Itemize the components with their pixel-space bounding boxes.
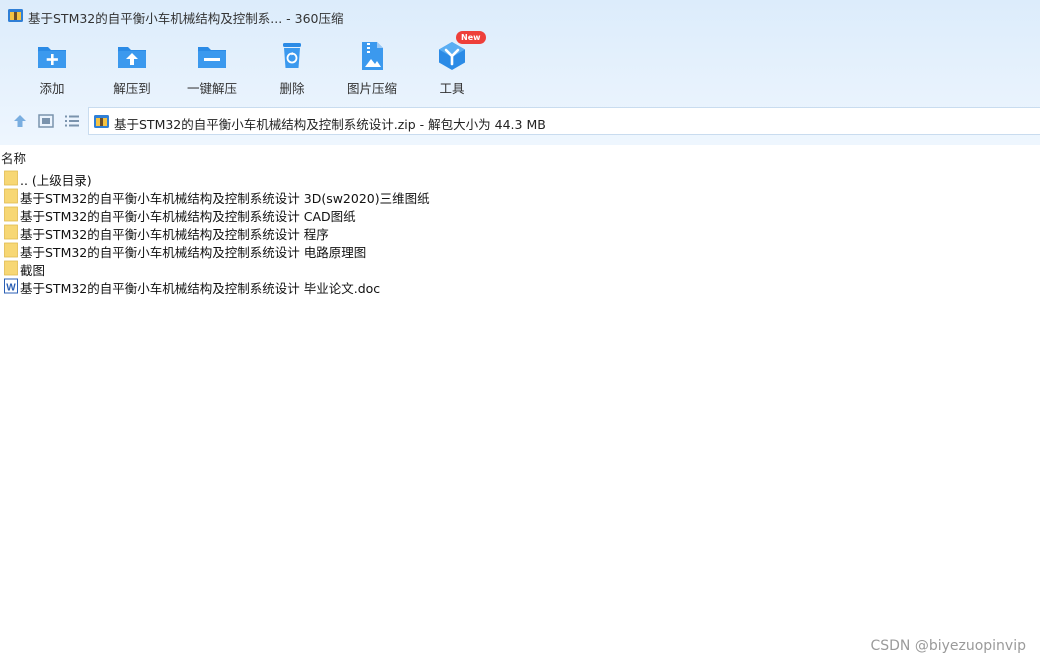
toolbar: 添加 解压到 一键解压 删除 图片压缩 New 工具 [0,31,1040,100]
extract-to-button[interactable]: 解压到 [92,36,172,100]
new-badge: New [456,31,486,44]
extract-to-label: 解压到 [113,81,151,96]
archive-icon [94,115,109,128]
list-view-icon[interactable] [63,112,81,130]
tools-cube-icon [439,42,465,70]
extract-folder-icon [118,47,146,68]
thumbnail-view-icon[interactable] [37,112,55,130]
address-text: 基于STM32的自平衡小车机械结构及控制系统设计.zip - 解包大小为 44.… [114,117,546,132]
list-item[interactable]: 截图 [0,259,1040,278]
one-click-extract-icon [198,47,226,68]
title-bar: 基于STM32的自平衡小车机械结构及控制系... - 360压缩 [0,0,1040,32]
delete-label: 删除 [279,81,305,96]
address-bar[interactable]: 基于STM32的自平衡小车机械结构及控制系统设计.zip - 解包大小为 44.… [88,107,1040,135]
column-name-label: 名称 [1,151,27,166]
add-button[interactable]: 添加 [12,36,92,100]
folder-icon [4,170,18,186]
file-list: .. (上级目录) 基于STM32的自平衡小车机械结构及控制系统设计 3D(sw… [0,169,1040,296]
up-arrow-icon[interactable] [11,112,29,130]
watermark: CSDN @biyezuopinvip [870,638,1026,654]
folder-icon [4,206,18,222]
tools-label: 工具 [439,81,465,96]
window-title: 基于STM32的自平衡小车机械结构及控制系... - 360压缩 [28,11,344,26]
add-label: 添加 [39,81,65,96]
image-compress-button[interactable]: 图片压缩 [332,36,412,100]
word-doc-icon: W [4,278,18,294]
add-folder-icon [38,47,66,68]
column-header-name[interactable]: 名称 [0,145,1040,166]
list-item[interactable]: .. (上级目录) [0,169,1040,188]
list-item[interactable]: W 基于STM32的自平衡小车机械结构及控制系统设计 毕业论文.doc [0,277,1040,296]
archive-icon [8,9,23,22]
image-compress-label: 图片压缩 [346,81,397,96]
tools-button[interactable]: New 工具 [412,31,492,100]
file-name: 基于STM32的自平衡小车机械结构及控制系统设计 毕业论文.doc [20,281,381,296]
list-item[interactable]: 基于STM32的自平衡小车机械结构及控制系统设计 程序 [0,223,1040,242]
navigation-row: 基于STM32的自平衡小车机械结构及控制系统设计.zip - 解包大小为 44.… [0,106,1040,136]
folder-icon [4,224,18,240]
one-click-extract-label: 一键解压 [186,81,237,96]
folder-icon [4,188,18,204]
image-compress-icon [362,42,383,70]
one-click-extract-button[interactable]: 一键解压 [172,36,252,100]
top-chrome: 基于STM32的自平衡小车机械结构及控制系... - 360压缩 添加 解压到 [0,0,1040,145]
list-item[interactable]: 基于STM32的自平衡小车机械结构及控制系统设计 3D(sw2020)三维图纸 [0,187,1040,206]
folder-icon [4,242,18,258]
recycle-bin-icon [283,43,301,68]
list-item[interactable]: 基于STM32的自平衡小车机械结构及控制系统设计 CAD图纸 [0,205,1040,224]
delete-button[interactable]: 删除 [252,36,332,100]
list-item[interactable]: 基于STM32的自平衡小车机械结构及控制系统设计 电路原理图 [0,241,1040,260]
folder-icon [4,260,18,276]
svg-text:W: W [6,283,16,294]
